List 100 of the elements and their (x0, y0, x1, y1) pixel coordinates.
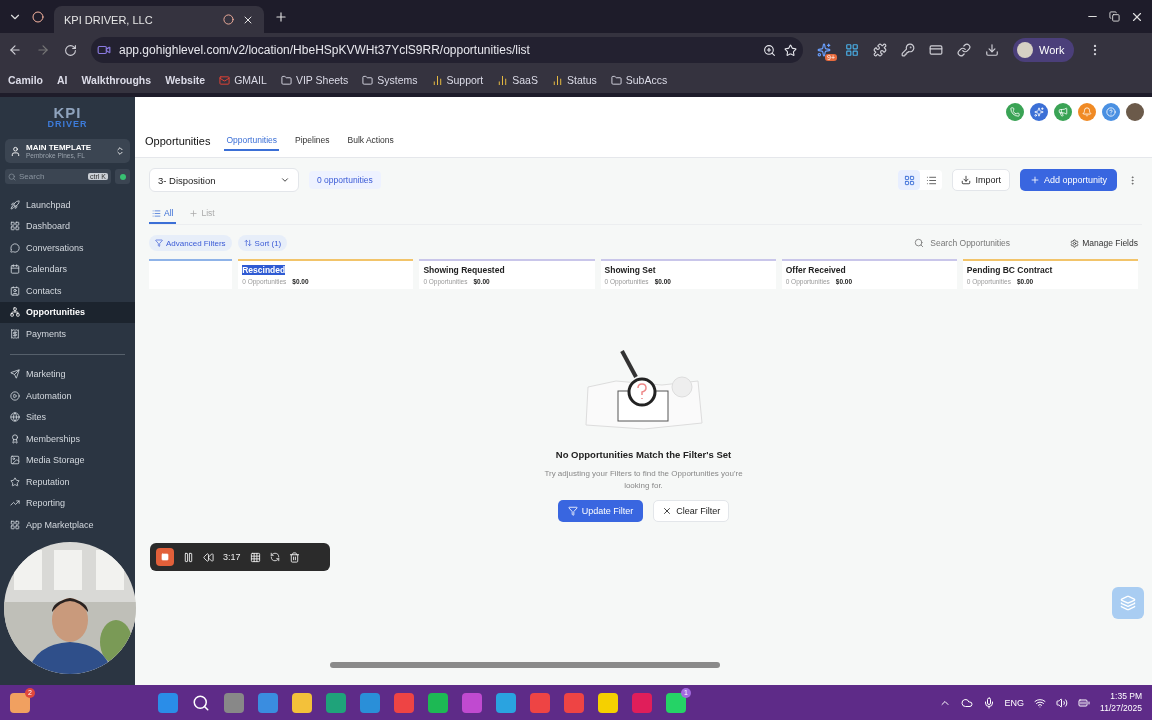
extension-icon[interactable] (817, 43, 831, 57)
clear-filter-button[interactable]: Clear Filter (653, 500, 730, 522)
sparkle-button[interactable] (1030, 103, 1048, 121)
nav-item[interactable]: Opportunities (0, 301, 135, 323)
nav-item[interactable]: Contacts (0, 280, 135, 302)
bookmark-link[interactable]: Website (165, 74, 206, 86)
sort-button[interactable]: Sort (1) (237, 235, 288, 251)
column-title: Rescinded (242, 265, 286, 275)
nav-item[interactable]: Conversations (0, 237, 135, 259)
nav-item[interactable]: Payments (0, 323, 135, 345)
nav-item[interactable]: Dashboard (0, 215, 135, 237)
bookmark-link[interactable]: Walkthroughs (81, 74, 152, 86)
address-bar[interactable]: app.gohighlevel.com/v2/location/HbeHSpKVWHt37YclS9RR/opportunities/list (91, 37, 803, 63)
nav-item[interactable]: Automation (0, 385, 135, 407)
trend-icon (10, 498, 20, 509)
extension-icon[interactable] (845, 43, 859, 57)
nav-item[interactable]: Marketing (0, 363, 135, 385)
grid-icon (10, 221, 20, 232)
reload-icon[interactable] (64, 43, 77, 57)
layers-icon (1120, 595, 1136, 611)
microphone-icon[interactable] (982, 696, 995, 709)
language-indicator[interactable]: ENG (1004, 697, 1025, 708)
add-opportunity-button[interactable]: Add opportunity (1019, 169, 1117, 191)
battery-icon[interactable] (1078, 696, 1091, 709)
nav-item[interactable]: Reporting (0, 492, 135, 514)
puzzle-icon[interactable] (873, 43, 887, 57)
search-icon[interactable] (192, 693, 210, 712)
manage-fields-button[interactable]: Manage Fields (1070, 238, 1138, 248)
board-view-button[interactable] (898, 170, 921, 190)
back-icon[interactable] (8, 43, 22, 57)
volume-icon[interactable] (1056, 696, 1069, 709)
nav-item[interactable]: Sites (0, 406, 135, 428)
restore-icon[interactable] (1109, 11, 1120, 22)
logo-text: DRIVER (47, 120, 88, 129)
user-avatar[interactable] (1126, 103, 1144, 121)
status-dot (119, 173, 126, 180)
bars-icon (431, 74, 443, 86)
opportunity-count: 0 opportunities (309, 171, 381, 189)
new-tab-icon[interactable] (274, 9, 288, 24)
mail-icon (219, 74, 231, 86)
list-icon (152, 208, 161, 218)
sort-icon (243, 239, 252, 247)
phone-icon (1010, 107, 1020, 117)
download-icon (961, 175, 972, 185)
phone-button[interactable] (1006, 103, 1024, 121)
bookmark-link[interactable]: GMAIL (219, 74, 267, 86)
bookmark-link[interactable]: Support (431, 74, 484, 86)
nav-item[interactable]: Media Storage (0, 449, 135, 471)
bookmark-link[interactable]: SubAccs (610, 74, 668, 86)
key-icon[interactable] (901, 43, 915, 57)
bookmark-star-icon[interactable] (784, 43, 797, 57)
advanced-filters-button[interactable]: Advanced Filters (149, 235, 232, 251)
stop-button[interactable] (156, 548, 174, 566)
download-icon[interactable] (985, 43, 999, 57)
bookmark-link[interactable]: Status (551, 74, 597, 86)
card-icon[interactable] (929, 43, 943, 57)
help-button[interactable] (1102, 103, 1120, 121)
award-icon (10, 433, 20, 444)
pipeline-select[interactable]: 3- Disposition (149, 168, 299, 192)
bookmark-link[interactable]: VIP Sheets (280, 74, 349, 86)
import-button[interactable]: Import (952, 169, 1010, 191)
filter-icon (567, 506, 578, 516)
profile-button[interactable]: Work (1013, 38, 1075, 62)
status-button[interactable] (115, 169, 130, 184)
rewind-icon[interactable] (203, 551, 214, 563)
restart-icon[interactable] (269, 552, 280, 562)
logo-text: KPI (53, 105, 82, 120)
clock[interactable]: 1:35 PM 11/27/2025 (1100, 691, 1142, 714)
tab[interactable]: Pipelines (293, 131, 332, 151)
megaphone-button[interactable] (1054, 103, 1072, 121)
bookmark-link[interactable]: AI (57, 74, 68, 86)
pause-icon[interactable] (183, 551, 194, 563)
empty-title: No Opportunities Match the Filter's Set (555, 449, 732, 460)
bookmark-link[interactable]: SaaS (497, 74, 538, 86)
nav-item[interactable]: Memberships (0, 428, 135, 450)
avatar-icon (1017, 42, 1033, 58)
zoom-icon[interactable] (763, 43, 776, 57)
tab[interactable]: Opportunities (224, 131, 279, 151)
nav-item[interactable]: Calendars (0, 258, 135, 280)
update-filter-button[interactable]: Update Filter (557, 500, 644, 522)
wifi-icon[interactable] (1034, 696, 1047, 709)
forward-icon[interactable] (36, 43, 50, 57)
grid-icon[interactable] (249, 551, 261, 563)
nav-item[interactable]: Reputation (0, 471, 135, 493)
link-icon[interactable] (957, 43, 971, 57)
sparkle-icon (1034, 107, 1044, 117)
cloud-icon[interactable] (960, 696, 973, 709)
delete-icon[interactable] (288, 551, 300, 563)
page-title: Opportunities (145, 135, 211, 149)
view-tab[interactable]: All (149, 204, 177, 224)
bookmark-link[interactable]: Camilo (8, 74, 43, 86)
nav-item[interactable]: Launchpad (0, 194, 135, 216)
bookmark-link[interactable]: Systems (362, 74, 418, 86)
search-field[interactable]: Search Opportunities (914, 238, 1065, 248)
tab[interactable]: Bulk Actions (345, 131, 396, 151)
browser-tab[interactable]: KPI DRIVER, LLC (54, 6, 264, 33)
star-icon (10, 476, 20, 487)
updown-icon (115, 146, 125, 156)
nav-item[interactable]: App Marketplace (0, 514, 135, 536)
network-icon (10, 307, 20, 318)
